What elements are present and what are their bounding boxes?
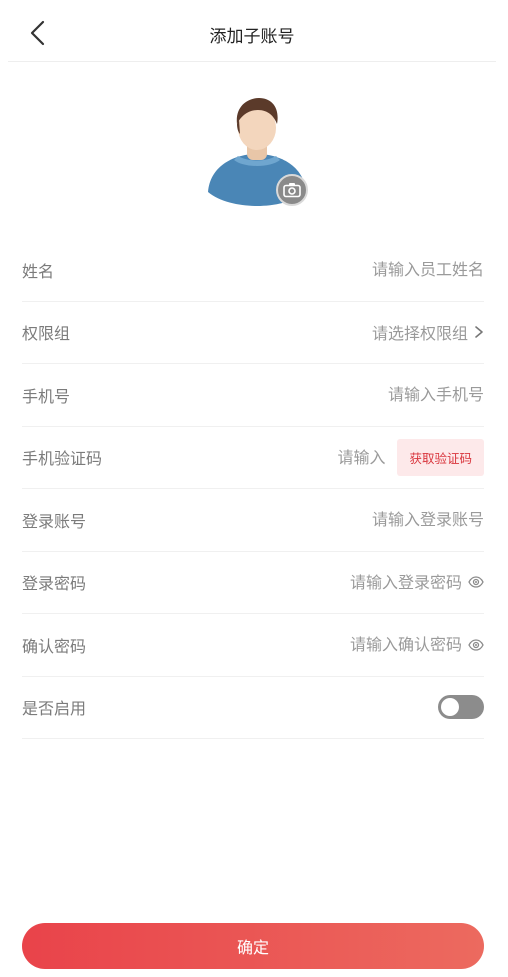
login-password-input[interactable] [262,572,462,592]
eye-icon[interactable] [468,637,484,653]
form-row-sms-code: 手机验证码 获取验证码 [22,427,484,489]
camera-icon [283,183,301,198]
permission-group-label: 权限组 [22,324,71,344]
form-row-enabled: 是否启用 [22,677,484,739]
chevron-right-icon [475,326,483,339]
login-password-group [262,572,484,592]
form-row-phone: 手机号 [22,364,484,427]
sms-code-group: 获取验证码 [265,438,484,476]
phone-label: 手机号 [22,386,71,406]
name-label: 姓名 [22,261,55,281]
enabled-label: 是否启用 [22,699,87,719]
confirm-password-group [262,635,484,655]
form-row-permission-group[interactable]: 权限组 请选择权限组 [22,302,484,364]
change-avatar-button[interactable] [276,174,308,206]
account-form: 姓名 权限组 请选择权限组 手机号 手机验证码 获取验证码 登录账号 [22,239,484,739]
login-account-input[interactable] [284,510,484,530]
login-password-label: 登录密码 [22,574,87,594]
form-row-login-password: 登录密码 [22,552,484,614]
sms-code-label: 手机验证码 [22,449,103,469]
confirm-password-label: 确认密码 [22,636,87,656]
confirm-button[interactable]: 确定 [22,923,484,969]
form-row-name: 姓名 [22,239,484,302]
login-account-label: 登录账号 [22,511,87,531]
page-title: 添加子账号 [209,27,295,47]
sms-code-input[interactable] [265,447,386,467]
permission-group-placeholder: 请选择权限组 [371,324,468,344]
add-sub-account-page: 添加子账号 姓名 权限组 请选择权限 [0,0,508,977]
phone-input[interactable] [284,385,484,405]
permission-group-select[interactable]: 请选择权限组 [372,320,484,344]
toggle-knob [441,698,459,717]
header-bar: 添加子账号 [8,0,496,62]
enabled-toggle[interactable] [438,695,484,720]
get-code-button[interactable]: 获取验证码 [397,438,484,476]
name-input[interactable] [284,260,484,280]
form-row-confirm-password: 确认密码 [22,614,484,677]
eye-icon[interactable] [468,574,484,590]
form-row-login-account: 登录账号 [22,489,484,552]
confirm-password-input[interactable] [262,635,462,655]
